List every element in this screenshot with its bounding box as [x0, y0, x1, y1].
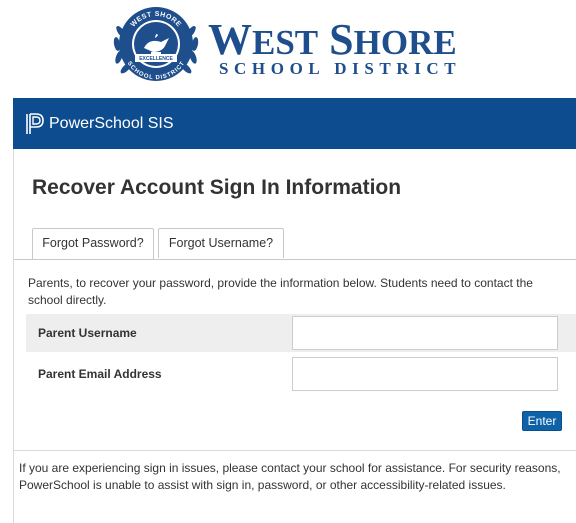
form-row-email: Parent Email Address	[26, 355, 576, 393]
powerschool-logo-icon	[26, 113, 44, 134]
form-row-username: Parent Username	[26, 314, 576, 352]
app-name: PowerSchool SIS	[49, 115, 174, 132]
username-label: Parent Username	[38, 326, 137, 340]
email-input[interactable]	[292, 357, 558, 391]
logo-title-hore: HORE	[353, 23, 457, 62]
logo-title-s: S	[329, 15, 354, 64]
username-input[interactable]	[292, 316, 558, 350]
help-text: If you are experiencing sign in issues, …	[19, 461, 561, 492]
intro-text: Parents, to recover your password, provi…	[28, 276, 533, 307]
logo-subtitle: SCHOOL DISTRICT	[219, 59, 462, 78]
page-title: Recover Account Sign In Information	[32, 176, 402, 199]
divider	[14, 450, 576, 451]
header-bar: PowerSchool SIS	[13, 98, 576, 149]
district-logo: EXCELLENCE WEST SHORE SCHOOL DISTRICT WE…	[0, 0, 576, 88]
tab-forgot-username[interactable]: Forgot Username?	[158, 228, 284, 258]
seal-banner-text: EXCELLENCE	[139, 56, 173, 62]
tab-underline	[14, 259, 576, 260]
logo-title-w: W	[208, 15, 252, 64]
tab-forgot-password[interactable]: Forgot Password?	[32, 228, 154, 259]
logo-title-est: EST	[252, 23, 319, 62]
enter-button[interactable]: Enter	[522, 411, 562, 431]
email-label: Parent Email Address	[38, 367, 162, 381]
logo-title: WEST SHORE	[208, 18, 457, 65]
district-seal-icon: EXCELLENCE WEST SHORE SCHOOL DISTRICT	[113, 7, 199, 81]
recover-panel: Recover Account Sign In Information Forg…	[13, 149, 576, 523]
